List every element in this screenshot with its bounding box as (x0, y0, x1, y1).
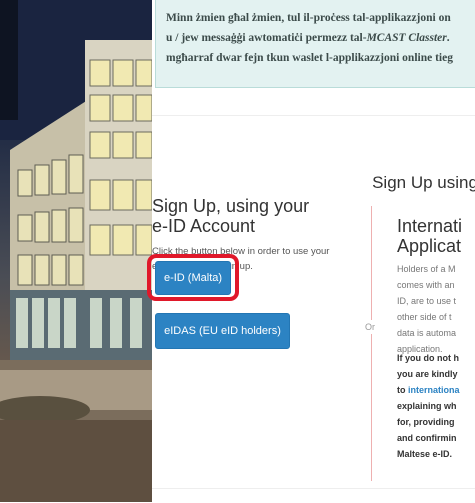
notice-banner: Minn żmien għal żmien, tul il-proċess ta… (155, 0, 475, 88)
intl-desc-line: data is automa (397, 328, 457, 338)
intl-desc-line: other side of t (397, 312, 452, 322)
intl-bold-line: explaining wh (397, 401, 457, 411)
international-title-line-1: Internati (397, 216, 463, 236)
international-instructions: If you do not h you are kindly to intern… (397, 350, 475, 462)
background-photo (0, 0, 152, 502)
international-description: Holders of a M comes with an ID, are to … (397, 261, 475, 357)
signup-panel: Sign Up using Sign Up, using your e-ID A… (147, 115, 475, 503)
intl-bold-line: for, providing (397, 417, 455, 427)
building-illustration (0, 0, 152, 502)
intl-link-line: to internationa (397, 382, 475, 398)
notice-line-2-emphasis: MCAST Classter (366, 32, 447, 44)
notice-line-2: u / jew messaġġi awtomatiċi permezz tal-… (166, 28, 475, 48)
international-email-link[interactable]: internationa (408, 385, 460, 395)
notice-line-2-end: . (446, 32, 450, 44)
intl-desc-line: Holders of a M (397, 264, 456, 274)
intl-desc-line: comes with an (397, 280, 455, 290)
intl-desc-line: ID, are to use t (397, 296, 457, 306)
intl-link-prefix: to (397, 385, 408, 395)
eidas-button[interactable]: eIDAS (EU eID holders) (155, 313, 290, 349)
intl-bold-line: Maltese e-ID. (397, 449, 453, 459)
intl-bold-line: and confirmin (397, 433, 457, 443)
eid-section-title: Sign Up, using your e-ID Account (152, 196, 310, 236)
intl-bold-line: If you do not h (397, 353, 459, 363)
notice-line-2-text: u / jew messaġġi awtomatiċi permezz tal- (166, 32, 367, 44)
international-section-title: Internati Applicat (397, 216, 475, 256)
eid-button-highlight (147, 254, 239, 301)
vertical-divider (371, 206, 372, 481)
intl-bold-line: you are kindly (397, 369, 458, 379)
or-separator: Or (365, 320, 375, 334)
panel-bottom-border (152, 488, 475, 489)
signup-heading: Sign Up using (372, 173, 475, 192)
notice-line-1: Minn żmien għal żmien, tul il-proċess ta… (166, 12, 451, 24)
notice-line-3: mgħarraf dwar fejn tkun waslet l-applika… (166, 52, 453, 64)
international-title-line-2: Applicat (397, 236, 462, 256)
